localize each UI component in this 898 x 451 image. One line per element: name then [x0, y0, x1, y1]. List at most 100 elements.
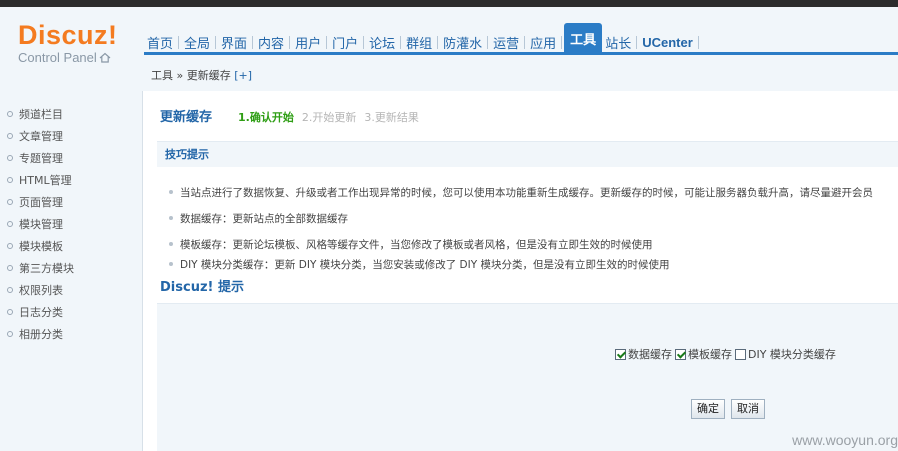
nav-interface[interactable]: 界面 [218, 31, 250, 53]
bullet-icon [7, 287, 13, 293]
tip-text: 数据缓存：更新站点的全部数据缓存 [180, 212, 348, 225]
step-start-update: 2.开始更新 [301, 111, 357, 124]
logo-subtitle-text: Control Panel [18, 50, 97, 65]
nav-apps[interactable]: 应用 [527, 31, 559, 53]
breadcrumb: 工具 » 更新缓存 [+] [151, 67, 252, 83]
cancel-button[interactable]: 取消 [731, 399, 765, 419]
step-confirm: 1.确认开始 [238, 111, 294, 124]
sidebar-item-block-templates[interactable]: 模块模板 [0, 235, 142, 257]
confirm-button[interactable]: 确定 [691, 399, 725, 419]
sidebar-item-label: 权限列表 [19, 284, 63, 297]
nav-portal[interactable]: 门户 [329, 31, 361, 53]
nav-anti-spam[interactable]: 防灌水 [440, 31, 485, 53]
cache-form: 数据缓存 模板缓存 DIY 模块分类缓存 确定 取消 [157, 303, 898, 451]
nav-separator [437, 36, 439, 49]
cache-options: 数据缓存 模板缓存 DIY 模块分类缓存 [615, 346, 839, 362]
tip-text: 当站点进行了数据恢复、升级或者工作出现异常的时候，您可以使用本功能重新生成缓存。… [180, 186, 873, 199]
option-diy-cache[interactable]: DIY 模块分类缓存 [735, 346, 836, 362]
nav-forum[interactable]: 论坛 [366, 31, 398, 53]
watermark: www.wooyun.org [792, 432, 898, 448]
nav-users[interactable]: 用户 [292, 31, 324, 53]
option-template-cache[interactable]: 模板缓存 [675, 346, 732, 362]
sidebar-item-label: 文章管理 [19, 130, 63, 143]
breadcrumb-path: 工具 » 更新缓存 [151, 69, 231, 82]
checkbox-template-cache[interactable] [675, 348, 686, 360]
nav-separator [289, 36, 291, 49]
sidebar-item-pages[interactable]: 页面管理 [0, 191, 142, 213]
sidebar-item-permissions[interactable]: 权限列表 [0, 279, 142, 301]
nav-separator [363, 36, 365, 49]
add-shortcut-link[interactable]: [+] [234, 69, 252, 82]
sidebar-item-label: 相册分类 [19, 328, 63, 341]
sidebar-item-album-categories[interactable]: 相册分类 [0, 323, 142, 345]
sidebar-item-label: 页面管理 [19, 196, 63, 209]
nav-webmaster[interactable]: 站长 [602, 31, 634, 53]
bullet-icon [7, 111, 13, 117]
nav-separator [487, 36, 489, 49]
tip-item: DIY 模块分类缓存：更新 DIY 模块分类，当您安装或修改了 DIY 模块分类… [169, 257, 898, 271]
title-row: 更新缓存 1.确认开始 2.开始更新 3.更新结果 [160, 106, 427, 125]
top-nav: 首页 全局 界面 内容 用户 门户 论坛 群组 防灌水 运营 应用 工具 站长 … [144, 19, 701, 53]
page-title: 更新缓存 [160, 110, 213, 125]
nav-tools[interactable]: 工具 [564, 23, 603, 53]
nav-separator [561, 36, 563, 49]
tip-item: 当站点进行了数据恢复、升级或者工作出现异常的时候，您可以使用本功能重新生成缓存。… [169, 179, 898, 205]
nav-ucenter[interactable]: UCenter [639, 31, 696, 53]
nav-separator [215, 36, 217, 49]
main-content: 更新缓存 1.确认开始 2.开始更新 3.更新结果 技巧提示 当站点进行了数据恢… [142, 91, 898, 451]
option-label: 模板缓存 [688, 348, 732, 361]
sidebar-item-blog-categories[interactable]: 日志分类 [0, 301, 142, 323]
logo-subtitle: Control Panel [18, 50, 118, 66]
nav-separator [636, 36, 638, 49]
bullet-icon [169, 242, 173, 246]
bullet-icon [7, 133, 13, 139]
sidebar-item-articles[interactable]: 文章管理 [0, 125, 142, 147]
nav-operations[interactable]: 运营 [490, 31, 522, 53]
header: Discuz! Control Panel 首页 全局 界面 内容 用户 门户 … [0, 7, 898, 91]
bullet-icon [7, 331, 13, 337]
sidebar: 频道栏目 文章管理 专题管理 HTML管理 页面管理 模块管理 模块模板 第三方… [0, 91, 142, 451]
bullet-icon [7, 155, 13, 161]
bullet-icon [169, 216, 173, 220]
sidebar-item-html[interactable]: HTML管理 [0, 169, 142, 191]
sidebar-item-channels[interactable]: 频道栏目 [0, 103, 142, 125]
bullet-icon [7, 177, 13, 183]
nav-underline [144, 52, 898, 55]
sidebar-item-label: 模块管理 [19, 218, 63, 231]
nav-home[interactable]: 首页 [144, 31, 176, 53]
nav-separator [400, 36, 402, 49]
section-title: Discuz! 提示 [160, 280, 244, 295]
bullet-icon [7, 221, 13, 227]
sidebar-item-label: 专题管理 [19, 152, 63, 165]
sidebar-item-third-party[interactable]: 第三方模块 [0, 257, 142, 279]
nav-separator [178, 36, 180, 49]
nav-separator [252, 36, 254, 49]
nav-separator [524, 36, 526, 49]
sidebar-menu: 频道栏目 文章管理 专题管理 HTML管理 页面管理 模块管理 模块模板 第三方… [0, 91, 142, 345]
tip-text: DIY 模块分类缓存：更新 DIY 模块分类，当您安装或修改了 DIY 模块分类… [180, 258, 670, 271]
checkbox-data-cache[interactable] [615, 348, 626, 360]
option-data-cache[interactable]: 数据缓存 [615, 346, 672, 362]
checkbox-diy-cache[interactable] [735, 348, 746, 360]
tip-item: 数据缓存：更新站点的全部数据缓存 [169, 205, 898, 231]
tips-list: 当站点进行了数据恢复、升级或者工作出现异常的时候，您可以使用本功能重新生成缓存。… [169, 179, 898, 271]
sidebar-item-label: 频道栏目 [19, 108, 63, 121]
nav-groups[interactable]: 群组 [403, 31, 435, 53]
bullet-icon [169, 190, 173, 194]
top-dark-bar [0, 0, 898, 7]
logo-text: Discuz! [18, 20, 118, 50]
home-icon[interactable] [99, 51, 111, 66]
bullet-icon [7, 199, 13, 205]
nav-global[interactable]: 全局 [181, 31, 213, 53]
sidebar-item-label: 模块模板 [19, 240, 63, 253]
sidebar-item-label: HTML管理 [19, 174, 72, 187]
tip-item: 模板缓存：更新论坛模板、风格等缓存文件，当您修改了模板或者风格，但是没有立即生效… [169, 231, 898, 257]
sidebar-item-topics[interactable]: 专题管理 [0, 147, 142, 169]
logo[interactable]: Discuz! Control Panel [18, 21, 118, 66]
sidebar-item-blocks[interactable]: 模块管理 [0, 213, 142, 235]
form-buttons: 确定 取消 [691, 399, 771, 419]
nav-separator [326, 36, 328, 49]
nav-separator [697, 36, 699, 49]
nav-content[interactable]: 内容 [255, 31, 287, 53]
bullet-icon [7, 243, 13, 249]
